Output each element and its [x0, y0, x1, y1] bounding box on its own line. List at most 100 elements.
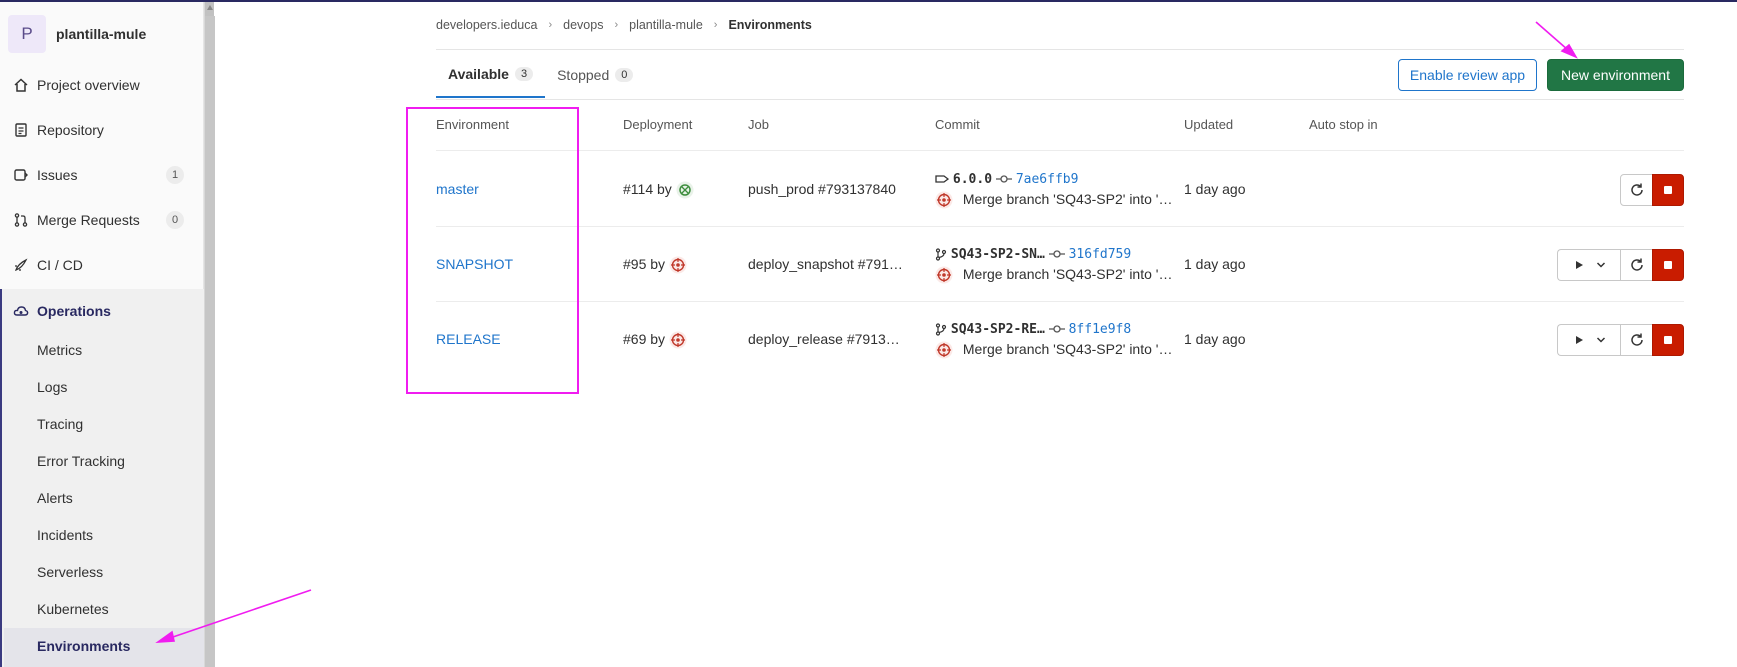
commit-title[interactable]: Merge branch 'SQ43-SP2' into '… [963, 191, 1173, 207]
deployment-info: #95 by [623, 256, 687, 274]
chevron-right-icon: › [614, 19, 619, 31]
top-border [0, 0, 1737, 2]
deployment-number: #95 by [623, 256, 666, 272]
column-header-updated: Updated [1184, 117, 1234, 132]
row-divider [436, 150, 1684, 151]
chevron-down-icon [1596, 337, 1605, 343]
sidebar-subitem-alerts[interactable]: Alerts [37, 490, 73, 506]
scrollbar-track [205, 16, 215, 667]
redeploy-button[interactable] [1620, 174, 1653, 206]
tab-stopped[interactable]: Stopped 0 [545, 52, 645, 98]
tag-icon [935, 175, 949, 183]
sidebar-item-label: Issues [37, 167, 78, 183]
annotation-highlight-box [406, 107, 579, 394]
commit-title[interactable]: Merge branch 'SQ43-SP2' into '… [963, 266, 1173, 282]
issues-icon [13, 167, 29, 183]
retry-icon [1630, 183, 1643, 196]
commit-hash[interactable]: 8ff1e9f8 [1069, 322, 1132, 337]
deploy-dropdown-button[interactable] [1557, 249, 1621, 281]
sidebar-subitem-metrics[interactable]: Metrics [37, 342, 82, 358]
job-link[interactable]: deploy_release #7913… [748, 331, 900, 347]
rocket-icon [13, 257, 29, 273]
commit-icon [1048, 325, 1065, 333]
sidebar-subitem-tracing[interactable]: Tracing [37, 416, 83, 432]
branch-icon [935, 323, 947, 336]
stop-environment-button[interactable] [1652, 324, 1684, 356]
redeploy-button[interactable] [1620, 249, 1653, 281]
arrow-to-new-environment [1535, 21, 1578, 59]
breadcrumb-subgroup[interactable]: devops [563, 18, 603, 32]
stop-icon [1664, 336, 1672, 344]
column-header-auto-stop: Auto stop in [1309, 117, 1378, 132]
stop-environment-button[interactable] [1652, 249, 1684, 281]
committer-avatar[interactable] [935, 191, 953, 209]
column-header-deployment: Deployment [623, 117, 693, 132]
issues-count-badge: 1 [166, 166, 184, 184]
sidebar-subitem-logs[interactable]: Logs [37, 379, 67, 395]
commit-ref: SQ43-SP2-SN… 316fd759 [935, 245, 1131, 262]
row-divider [436, 226, 1684, 227]
breadcrumb-group[interactable]: developers.ieduca [436, 18, 537, 32]
sidebar-subitem-incidents[interactable]: Incidents [37, 527, 93, 543]
redeploy-button[interactable] [1620, 324, 1653, 356]
merge-request-icon [13, 212, 29, 228]
breadcrumb-current[interactable]: Environments [728, 18, 811, 32]
sidebar-item-ci-cd[interactable]: CI / CD [0, 243, 204, 287]
tag-name[interactable]: 6.0.0 [953, 172, 992, 187]
sidebar-subitem-error-tracking[interactable]: Error Tracking [37, 453, 125, 469]
commit-message: Merge branch 'SQ43-SP2' into '… [935, 266, 1172, 284]
sidebar-item-project-overview[interactable]: Project overview [0, 63, 204, 107]
enable-review-app-button[interactable]: Enable review app [1398, 59, 1537, 91]
stop-icon [1664, 261, 1672, 269]
retry-icon [1630, 258, 1643, 271]
commit-icon [995, 175, 1012, 183]
commit-hash[interactable]: 7ae6ffb9 [1016, 172, 1079, 187]
scroll-up-arrow-icon[interactable] [207, 5, 213, 10]
user-avatar[interactable] [669, 256, 687, 274]
sidebar-subitem-environments[interactable]: Environments [37, 638, 130, 654]
sidebar-item-label: Operations [37, 303, 111, 319]
branch-icon [935, 248, 947, 261]
commit-title[interactable]: Merge branch 'SQ43-SP2' into '… [963, 341, 1173, 357]
job-link[interactable]: push_prod #793137840 [748, 181, 896, 197]
new-environment-button[interactable]: New environment [1547, 59, 1684, 91]
commit-hash[interactable]: 316fd759 [1069, 247, 1132, 262]
commit-message: Merge branch 'SQ43-SP2' into '… [935, 191, 1172, 209]
breadcrumb-project[interactable]: plantilla-mule [629, 18, 703, 32]
play-icon [1575, 336, 1583, 344]
branch-name[interactable]: SQ43-SP2-SN… [951, 247, 1045, 262]
sidebar: P plantilla-mule Project overview Reposi… [0, 2, 206, 667]
sidebar-item-label: Merge Requests [37, 212, 140, 228]
updated-time: 1 day ago [1184, 181, 1246, 197]
deployment-info: #114 by [623, 181, 694, 199]
sidebar-subitem-kubernetes[interactable]: Kubernetes [37, 601, 109, 617]
sidebar-item-label: Repository [37, 122, 104, 138]
sidebar-subitem-serverless[interactable]: Serverless [37, 564, 103, 580]
sidebar-item-issues[interactable]: Issues 1 [0, 153, 204, 197]
commit-message: Merge branch 'SQ43-SP2' into '… [935, 341, 1172, 359]
user-avatar[interactable] [669, 331, 687, 349]
commit-icon [1048, 250, 1065, 258]
job-link[interactable]: deploy_snapshot #791… [748, 256, 903, 272]
tab-available[interactable]: Available 3 [436, 52, 546, 98]
chevron-right-icon: › [548, 19, 553, 31]
commit-ref: SQ43-SP2-RE… 8ff1e9f8 [935, 320, 1131, 337]
deployment-number: #69 by [623, 331, 666, 347]
deployment-info: #69 by [623, 331, 687, 349]
tab-label: Stopped [557, 67, 610, 83]
project-header[interactable]: P plantilla-mule [8, 15, 147, 53]
sidebar-item-merge-requests[interactable]: Merge Requests 0 [0, 198, 204, 242]
row-divider [436, 301, 1684, 302]
breadcrumb: developers.ieduca › devops › plantilla-m… [436, 18, 812, 32]
stop-environment-button[interactable] [1652, 174, 1684, 206]
branch-name[interactable]: SQ43-SP2-RE… [951, 322, 1045, 337]
committer-avatar[interactable] [935, 341, 953, 359]
sidebar-item-repository[interactable]: Repository [0, 108, 204, 152]
sidebar-scrollbar[interactable] [204, 2, 215, 667]
committer-avatar[interactable] [935, 266, 953, 284]
sidebar-item-operations[interactable]: Operations [0, 289, 204, 333]
project-name: plantilla-mule [56, 26, 147, 42]
tab-count-badge: 0 [615, 68, 634, 82]
user-avatar[interactable] [676, 181, 694, 199]
deploy-dropdown-button[interactable] [1557, 324, 1621, 356]
